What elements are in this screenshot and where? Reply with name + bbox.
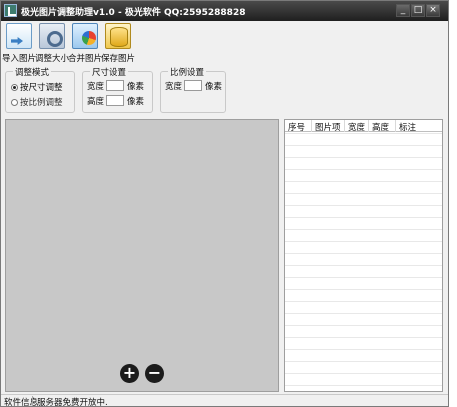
toolbar: 导入图片 调整大小 合并图片 保存图片 [1,21,448,65]
import-image-label: 导入图片 [2,54,37,64]
size-height-label: 高度 [87,97,105,107]
merge-image-icon [72,23,98,49]
app-logo-icon [4,4,17,17]
size-settings-title: 尺寸设置 [90,66,129,78]
radio-selected-icon [11,84,18,91]
resize-icon [39,23,65,49]
status-bar: 软件信息 服务器免费开放中. [1,394,448,407]
radio-by-size[interactable]: 按尺寸调整 [11,81,63,93]
column-height[interactable]: 高度 [372,121,389,133]
size-height-input[interactable] [106,95,124,106]
import-image-button[interactable]: 导入图片 [2,23,37,64]
size-width-input[interactable] [106,80,124,91]
image-preview-area[interactable]: + − [5,119,279,392]
save-image-icon [105,23,131,49]
status-message: 服务器免费开放中. [37,398,108,407]
table-body[interactable] [285,133,442,391]
merge-image-button[interactable]: 合并图片 [68,23,103,64]
window-title: 极光图片调整助理v1.0 - 极光软件 QQ:2595288828 [21,8,246,18]
column-width[interactable]: 宽度 [348,121,365,133]
column-divider [311,120,312,132]
adjust-mode-group: 调整模式 按尺寸调整 按比例调整 [5,66,75,113]
resize-label: 调整大小 [35,54,70,64]
ratio-width-label: 宽度 [165,82,183,92]
radio-by-ratio[interactable]: 按比例调整 [11,96,63,108]
zoom-out-button[interactable]: − [145,364,164,383]
radio-by-ratio-label: 按比例调整 [20,98,63,108]
table-header: 序号 图片项 宽度 高度 标注 [285,120,442,133]
ratio-settings-title: 比例设置 [168,66,207,78]
merge-image-label: 合并图片 [68,54,103,64]
import-image-icon [6,23,32,49]
zoom-in-button[interactable]: + [120,364,139,383]
ratio-settings-group: 比例设置 宽度 像素 [160,66,226,113]
size-height-row: 高度 像素 [87,95,144,107]
size-width-row: 宽度 像素 [87,80,144,92]
save-image-button[interactable]: 保存图片 [101,23,136,64]
size-height-unit: 像素 [127,97,145,107]
ratio-width-input[interactable] [184,80,202,91]
save-image-label: 保存图片 [101,54,136,64]
ratio-width-unit: 像素 [205,82,223,92]
close-button[interactable]: × [426,4,440,17]
adjust-mode-title: 调整模式 [13,66,52,78]
column-divider [395,120,396,132]
column-image-item[interactable]: 图片项 [315,121,341,133]
column-divider [368,120,369,132]
ratio-width-row: 宽度 像素 [165,80,222,92]
resize-button[interactable]: 调整大小 [35,23,70,64]
radio-by-size-label: 按尺寸调整 [20,83,63,93]
size-settings-group: 尺寸设置 宽度 像素 高度 像素 [82,66,153,113]
title-bar[interactable]: 极光图片调整助理v1.0 - 极光软件 QQ:2595288828 _ □ × [1,1,448,21]
minimize-button[interactable]: _ [396,4,410,17]
size-width-label: 宽度 [87,82,105,92]
size-width-unit: 像素 [127,82,145,92]
column-index[interactable]: 序号 [288,121,305,133]
maximize-button[interactable]: □ [411,4,425,17]
status-divider [32,396,33,406]
radio-unselected-icon [11,99,18,106]
app-window: 极光图片调整助理v1.0 - 极光软件 QQ:2595288828 _ □ × … [0,0,449,407]
column-divider [344,120,345,132]
column-note[interactable]: 标注 [399,121,416,133]
image-list-table[interactable]: 序号 图片项 宽度 高度 标注 [284,119,443,392]
